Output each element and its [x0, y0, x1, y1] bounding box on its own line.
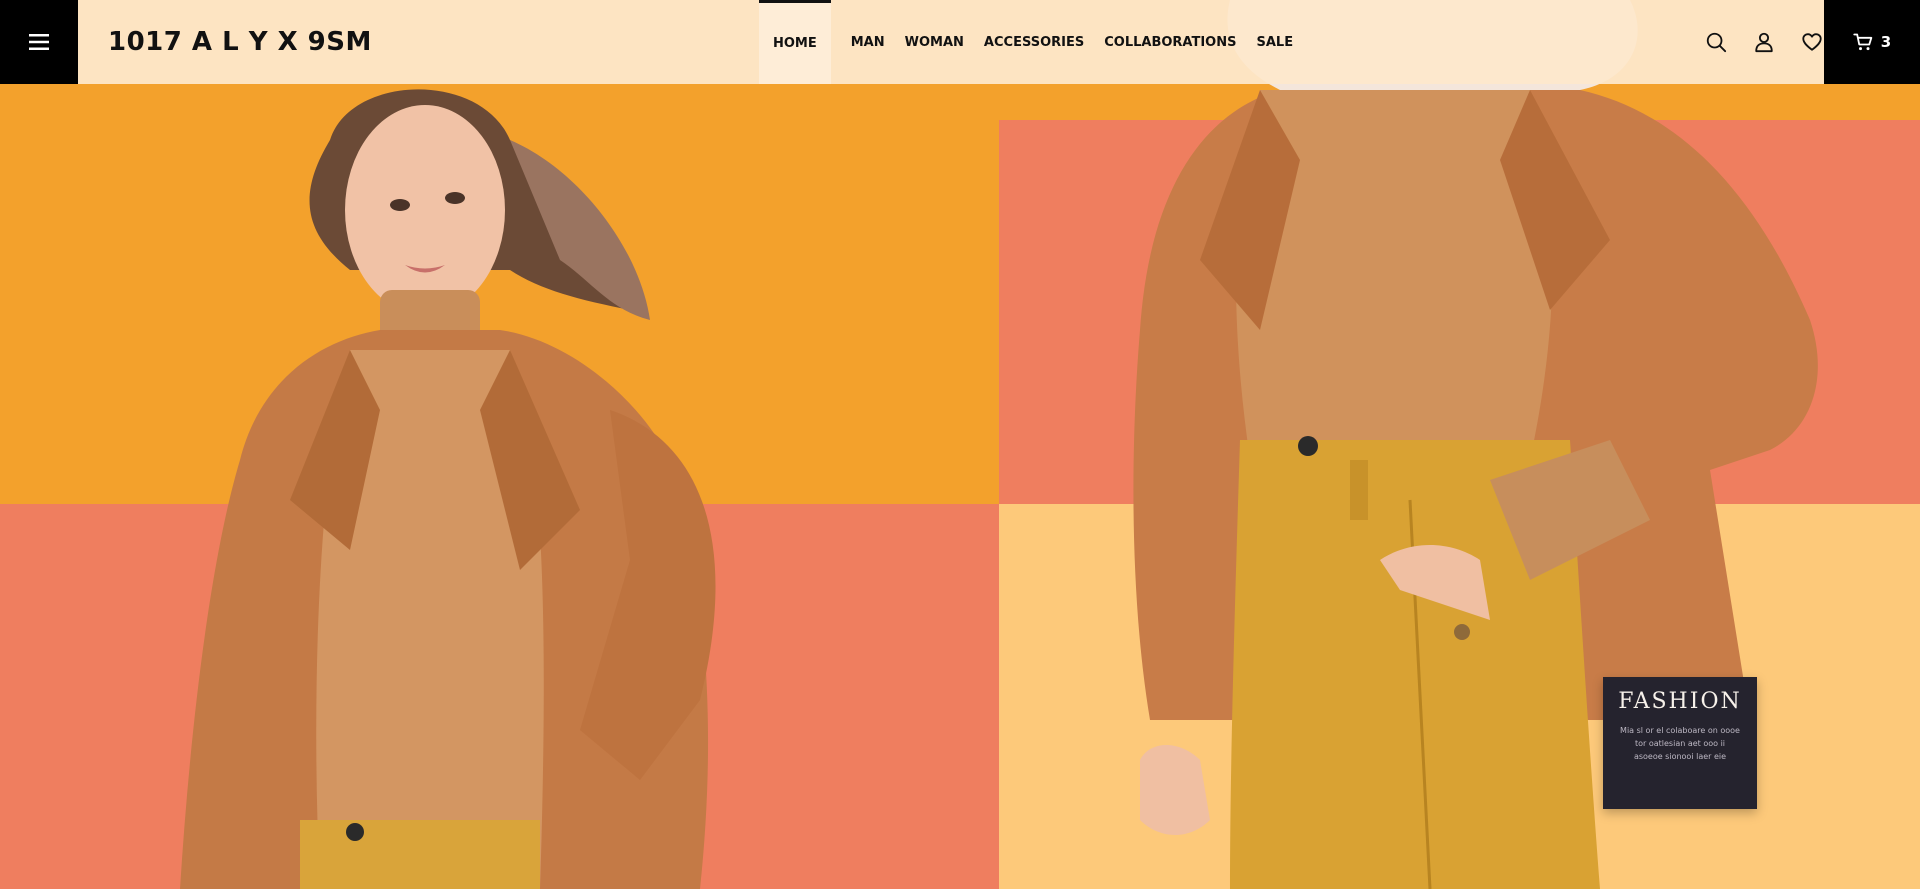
nav-item-collaborations[interactable]: COLLABORATIONS: [1094, 0, 1246, 84]
main-nav: HOME MAN WOMAN ACCESSORIES COLLABORATION…: [759, 0, 1303, 84]
nav-item-sale[interactable]: SALE: [1246, 0, 1303, 84]
cart-icon: [1853, 33, 1873, 51]
nav-item-accessories[interactable]: ACCESSORIES: [974, 0, 1094, 84]
nav-item-home[interactable]: HOME: [759, 0, 831, 84]
search-button[interactable]: [1704, 30, 1728, 54]
menu-button[interactable]: [0, 0, 78, 84]
site-header: 1017 A L Y X 9SM HOME MAN WOMAN ACCESSOR…: [0, 0, 1920, 84]
account-button[interactable]: [1752, 30, 1776, 54]
brand-logo[interactable]: 1017 A L Y X 9SM: [108, 27, 708, 57]
nav-item-man[interactable]: MAN: [841, 0, 895, 84]
search-icon: [1706, 32, 1727, 53]
header-actions: [1704, 0, 1824, 84]
cart-count-badge: 3: [1880, 33, 1892, 51]
menu-icon: [29, 34, 49, 50]
user-icon: [1755, 32, 1773, 53]
fashion-card-text: Mia sl or el colaboare on oooe tor oatle…: [1620, 726, 1740, 761]
cart-button[interactable]: 3: [1824, 0, 1920, 84]
model-portrait-image: [180, 89, 716, 889]
nav-item-woman[interactable]: WOMAN: [895, 0, 974, 84]
fashion-label-card: FASHION Mia sl or el colaboare on oooe t…: [1603, 677, 1757, 809]
heart-icon: [1802, 33, 1822, 51]
wishlist-button[interactable]: [1800, 30, 1824, 54]
fashion-card-title: FASHION: [1618, 689, 1742, 714]
